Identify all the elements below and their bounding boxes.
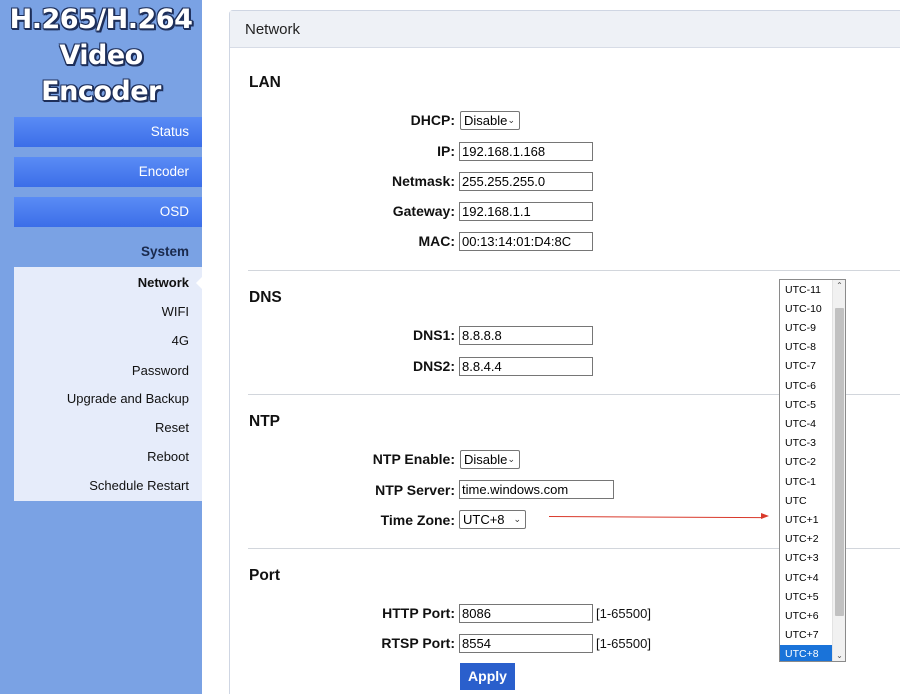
time-zone-option[interactable]: UTC+3 — [780, 549, 833, 568]
ntp-server-label: NTP Server: — [375, 482, 455, 498]
ntp-section-title: NTP — [249, 413, 280, 430]
time-zone-option[interactable]: UTC-11 — [780, 281, 833, 300]
ntp-enable-select-value: Disable — [464, 452, 508, 467]
submenu-item-password[interactable]: Password — [132, 363, 189, 378]
gateway-label: Gateway: — [392, 203, 455, 219]
submenu-item-reboot[interactable]: Reboot — [147, 449, 189, 464]
scrollbar-thumb[interactable] — [835, 308, 844, 616]
time-zone-option[interactable]: UTC+2 — [780, 530, 833, 549]
lan-section-title: LAN — [249, 74, 281, 91]
system-submenu: Network WIFI 4G Password Upgrade and Bac… — [14, 267, 202, 501]
sidebar: H.265/H.264 Video Encoder Status Encoder… — [0, 0, 202, 694]
logo-line-1: H.265/H.264 — [9, 4, 193, 35]
dns1-label: DNS1: — [412, 327, 455, 343]
time-zone-option[interactable]: UTC+7 — [780, 626, 833, 645]
time-zone-dropdown-list[interactable]: UTC-11 UTC-10 UTC-9 UTC-8 UTC-7 UTC-6 UTC-5 UTC… — [779, 279, 846, 662]
nav-system-heading[interactable]: System — [14, 244, 202, 259]
time-zone-option[interactable]: UTC-10 — [780, 300, 833, 319]
time-zone-option[interactable]: UTC-6 — [780, 377, 833, 396]
page-title: Network — [245, 21, 301, 38]
active-indicator-arrow — [196, 277, 202, 289]
chevron-down-icon: ⌄ — [507, 454, 515, 464]
time-zone-option[interactable]: UTC+4 — [780, 569, 833, 588]
ntp-enable-select[interactable]: Disable ⌄ — [460, 450, 520, 469]
annotation-arrow-head-icon — [761, 513, 769, 519]
chevron-down-icon: ⌄ — [507, 115, 515, 125]
logo-line-2: Video Encoder — [41, 40, 161, 107]
dropdown-scrollbar[interactable]: ⌃ ⌄ — [832, 280, 845, 661]
time-zone-select[interactable]: UTC+8 ⌄ — [459, 510, 526, 529]
dhcp-label: DHCP: — [410, 112, 455, 128]
time-zone-option[interactable]: UTC — [780, 492, 833, 511]
time-zone-option[interactable]: UTC-4 — [780, 415, 833, 434]
ntp-server-input[interactable] — [459, 480, 614, 499]
rtsp-port-range: [1-65500] — [596, 636, 651, 651]
netmask-label: Netmask: — [391, 173, 455, 189]
http-port-input[interactable] — [459, 604, 593, 623]
submenu-item-wifi[interactable]: WIFI — [162, 304, 189, 319]
scroll-up-icon[interactable]: ⌃ — [833, 281, 845, 290]
time-zone-option[interactable]: UTC-5 — [780, 396, 833, 415]
rtsp-port-input[interactable] — [459, 634, 593, 653]
submenu-item-reset[interactable]: Reset — [155, 420, 189, 435]
rtsp-port-label: RTSP Port: — [381, 635, 455, 651]
http-port-label: HTTP Port: — [382, 605, 455, 621]
apply-button[interactable]: Apply — [460, 663, 515, 690]
submenu-item-schedule-restart[interactable]: Schedule Restart — [89, 478, 189, 493]
dns1-input[interactable] — [459, 326, 593, 345]
dhcp-select[interactable]: Disable ⌄ — [460, 111, 520, 130]
time-zone-option[interactable]: UTC+1 — [780, 511, 833, 530]
dns-section-title: DNS — [249, 289, 282, 306]
submenu-item-network[interactable]: Network — [138, 275, 189, 290]
time-zone-option[interactable]: UTC-8 — [780, 338, 833, 357]
chevron-down-icon: ⌄ — [513, 514, 521, 524]
logo: H.265/H.264 Video Encoder — [0, 0, 202, 110]
time-zone-label: Time Zone: — [380, 512, 455, 528]
time-zone-select-value: UTC+8 — [463, 512, 505, 527]
panel-header: Network — [230, 11, 900, 48]
time-zone-option[interactable]: UTC+5 — [780, 588, 833, 607]
ip-input[interactable] — [459, 142, 593, 161]
mac-input[interactable] — [459, 232, 593, 251]
time-zone-option[interactable]: UTC-2 — [780, 453, 833, 472]
http-port-range: [1-65500] — [596, 606, 651, 621]
divider — [248, 270, 900, 271]
dns2-label: DNS2: — [412, 358, 455, 374]
nav-status-button[interactable]: Status — [14, 117, 202, 147]
submenu-item-4g[interactable]: 4G — [172, 333, 189, 348]
dhcp-select-value: Disable — [464, 113, 508, 128]
scroll-down-icon[interactable]: ⌄ — [833, 651, 845, 660]
time-zone-option[interactable]: UTC-7 — [780, 357, 833, 376]
ntp-enable-label: NTP Enable: — [372, 451, 455, 467]
port-section-title: Port — [249, 567, 280, 584]
time-zone-option[interactable]: UTC+8 — [780, 645, 833, 661]
dns2-input[interactable] — [459, 357, 593, 376]
netmask-input[interactable] — [459, 172, 593, 191]
time-zone-option[interactable]: UTC-1 — [780, 473, 833, 492]
ip-label: IP: — [437, 143, 455, 159]
mac-label: MAC: — [418, 233, 455, 249]
time-zone-option[interactable]: UTC-3 — [780, 434, 833, 453]
nav-osd-button[interactable]: OSD — [14, 197, 202, 227]
time-zone-option[interactable]: UTC+6 — [780, 607, 833, 626]
submenu-item-upgrade-backup[interactable]: Upgrade and Backup — [67, 391, 189, 406]
gateway-input[interactable] — [459, 202, 593, 221]
nav-encoder-button[interactable]: Encoder — [14, 157, 202, 187]
time-zone-option[interactable]: UTC-9 — [780, 319, 833, 338]
